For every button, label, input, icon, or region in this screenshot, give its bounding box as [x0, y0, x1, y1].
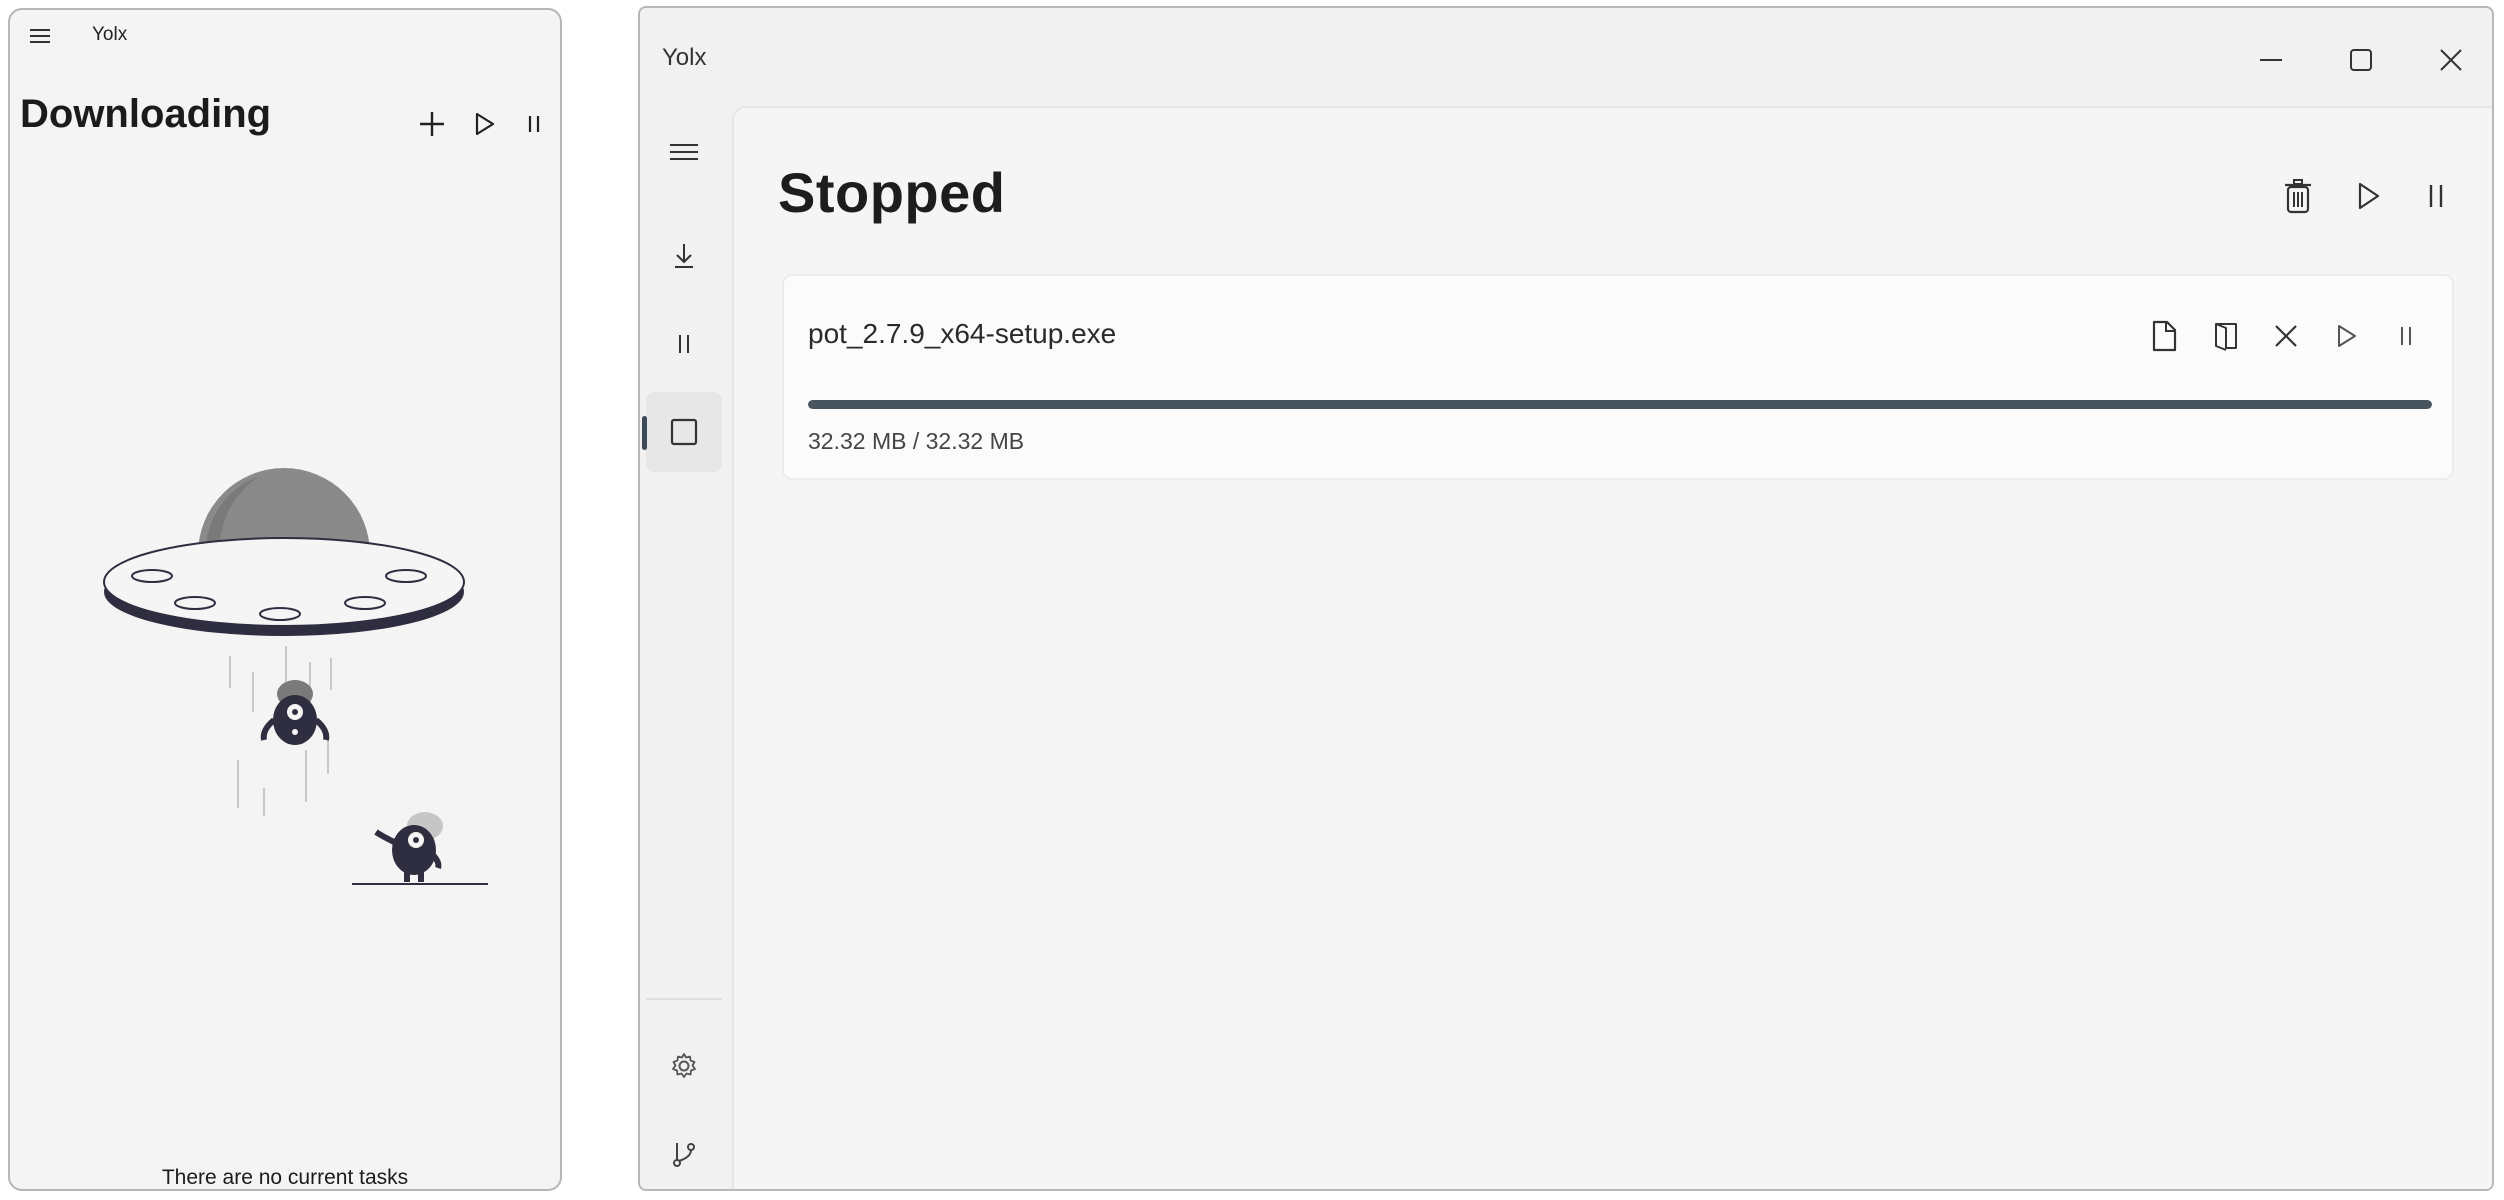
pause-task-button[interactable] — [2382, 312, 2430, 360]
play-icon — [475, 112, 495, 136]
trash-icon — [2285, 179, 2311, 214]
nav-divider — [646, 998, 722, 1000]
pause-icon — [679, 335, 689, 353]
desktop-window: Yolx Stopped pot_2.7.9_x64-setup.exe 32.… — [638, 6, 2494, 1191]
pause-icon — [2429, 185, 2443, 207]
nav-item-settings[interactable] — [646, 1026, 722, 1106]
resume-task-button[interactable] — [2322, 312, 2370, 360]
delete-all-button[interactable] — [2270, 168, 2326, 224]
ufo-abduction-illustration — [90, 450, 490, 900]
page-title: Downloading — [20, 92, 272, 136]
pause-all-button[interactable] — [516, 106, 552, 142]
file-icon — [2152, 320, 2177, 352]
resume-all-button[interactable] — [2340, 168, 2396, 224]
page-title: Stopped — [778, 161, 1006, 224]
hamburger-icon[interactable] — [26, 24, 58, 48]
nav-item-source-repo[interactable] — [646, 1114, 722, 1189]
plus-icon — [420, 112, 444, 136]
nav-item-paused[interactable] — [646, 304, 722, 384]
task-file-name: pot_2.7.9_x64-setup.exe — [808, 318, 1117, 349]
pause-icon — [2401, 327, 2411, 345]
task-size-text: 32.32 MB / 32.32 MB — [808, 428, 1025, 454]
download-icon — [675, 244, 693, 268]
play-icon — [2358, 182, 2380, 210]
pause-icon — [528, 116, 540, 132]
pause-all-button[interactable] — [2408, 168, 2464, 224]
resume-all-button[interactable] — [466, 106, 502, 142]
maximize-icon — [2350, 49, 2372, 71]
minimize-icon — [2260, 59, 2282, 61]
open-folder-button[interactable] — [2202, 312, 2250, 360]
empty-state-message: There are no current tasks — [161, 1166, 409, 1189]
nav-item-stopped[interactable] — [646, 392, 722, 472]
close-icon — [2440, 49, 2462, 71]
content-pane: Stopped pot_2.7.9_x64-setup.exe 32.32 MB… — [732, 106, 2492, 1189]
nav-menu-button[interactable] — [646, 112, 722, 192]
minimize-button[interactable] — [2226, 28, 2316, 92]
gear-icon — [672, 1053, 696, 1078]
maximize-button[interactable] — [2316, 28, 2406, 92]
hamburger-icon — [670, 144, 698, 160]
close-button[interactable] — [2406, 28, 2492, 92]
cancel-task-button[interactable] — [2262, 312, 2310, 360]
nav-item-downloading[interactable] — [646, 216, 722, 296]
stop-icon — [670, 418, 698, 446]
mobile-window: Yolx Downloading There are no current ta… — [8, 8, 562, 1191]
add-task-button[interactable] — [414, 106, 450, 142]
git-branch-icon — [673, 1143, 695, 1167]
task-progress-bar — [808, 400, 2432, 409]
task-progress-fill — [808, 400, 2432, 409]
title-bar: Yolx — [640, 8, 2492, 104]
open-folder-icon — [2215, 323, 2237, 351]
app-name: Yolx — [92, 24, 128, 45]
mobile-top-bar: Yolx — [10, 10, 560, 60]
nav-selection-indicator — [642, 416, 647, 450]
open-file-button[interactable] — [2140, 312, 2188, 360]
cancel-icon — [2275, 325, 2297, 347]
play-icon — [2338, 325, 2356, 347]
app-name: Yolx — [662, 44, 707, 71]
task-card[interactable]: pot_2.7.9_x64-setup.exe 32.32 MB / 32.32… — [782, 274, 2454, 480]
